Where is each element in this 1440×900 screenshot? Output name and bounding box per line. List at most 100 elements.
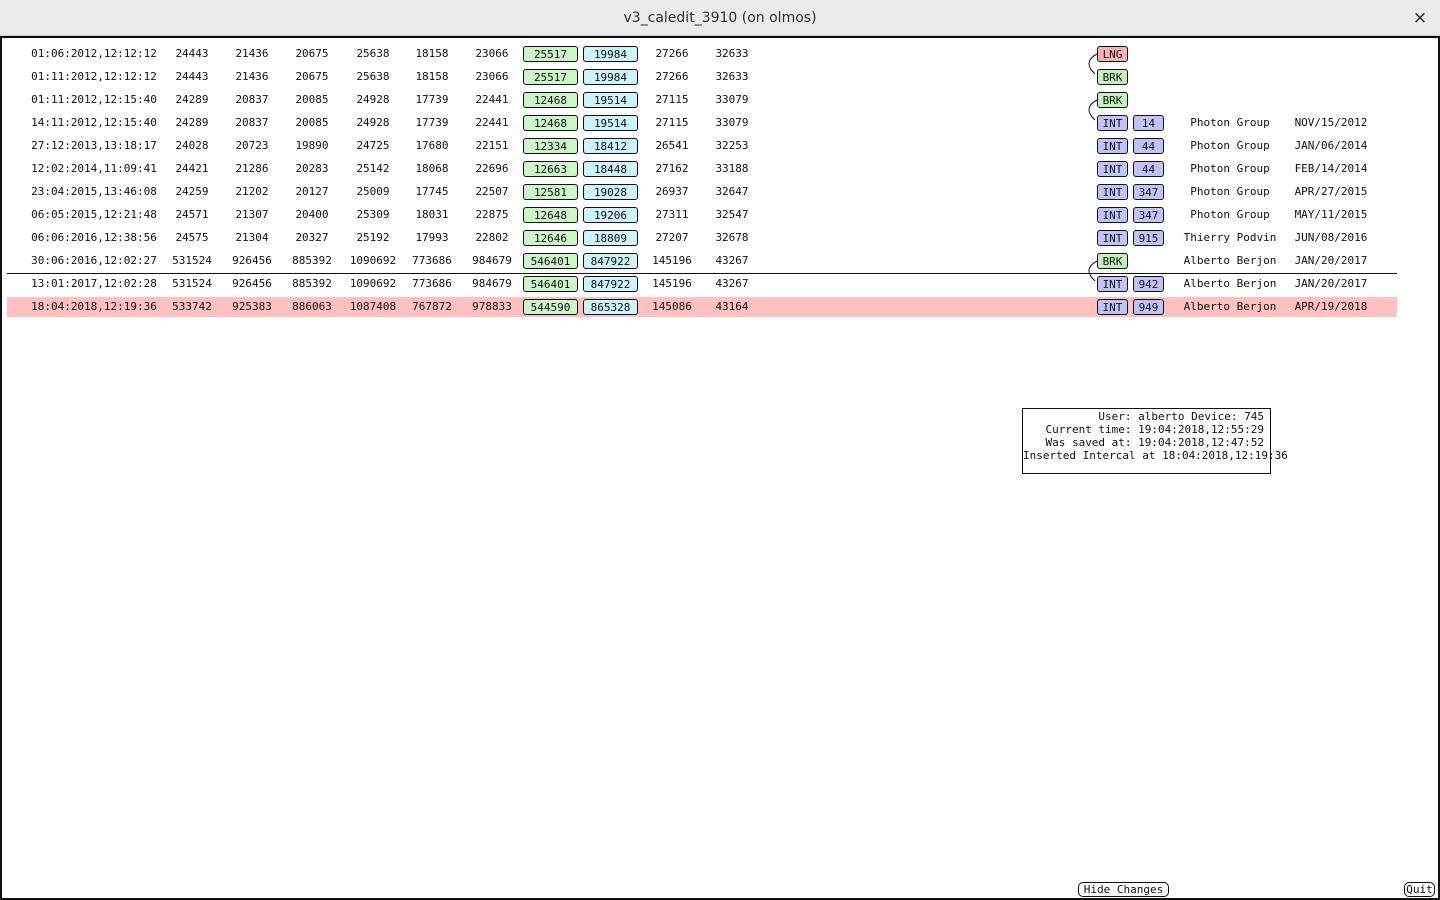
editable-value-cyan[interactable]: 19984 bbox=[583, 69, 638, 85]
event-tag-int[interactable]: INT bbox=[1097, 138, 1128, 154]
editable-value-green[interactable]: 544590 bbox=[523, 299, 578, 315]
table-row[interactable]: 06:05:2015,12:21:48 24571 21307 20400 25309 1… bbox=[7, 205, 1397, 225]
row-value-v3: 20400 bbox=[295, 208, 329, 221]
row-date: 01:06:2012,12:12:12 bbox=[31, 47, 157, 60]
row-value-v5: 767872 bbox=[412, 300, 452, 313]
row-value-v6: 22507 bbox=[475, 185, 509, 198]
table-row[interactable]: 13:01:2017,12:02:28 531524 926456 885392 109… bbox=[7, 274, 1397, 294]
row-value-v1: 531524 bbox=[172, 277, 212, 290]
table-row[interactable]: 01:11:2012,12:12:12 24443 21436 20675 25638 1… bbox=[7, 67, 1397, 87]
editable-value-cyan[interactable]: 19514 bbox=[583, 92, 638, 108]
row-value-v7: 27115 bbox=[655, 93, 689, 106]
event-tag-brk[interactable]: BRK bbox=[1097, 92, 1128, 108]
row-value-v4: 25638 bbox=[356, 70, 390, 83]
event-tag-int[interactable]: INT bbox=[1097, 299, 1128, 315]
event-tag-int[interactable]: INT bbox=[1097, 276, 1128, 292]
row-date: 01:11:2012,12:12:12 bbox=[31, 70, 157, 83]
editable-value-cyan[interactable]: 19984 bbox=[583, 46, 638, 62]
intercal-number[interactable]: 44 bbox=[1133, 138, 1164, 154]
row-report-date: JAN/20/2017 bbox=[1294, 254, 1368, 267]
close-icon[interactable]: × bbox=[1410, 0, 1430, 36]
calibration-table: 01:06:2012,12:12:12 24443 21436 20675 25638 1… bbox=[0, 36, 1440, 900]
row-value-v7: 27207 bbox=[655, 231, 689, 244]
row-value-v2: 925383 bbox=[232, 300, 272, 313]
row-value-v7: 145196 bbox=[652, 277, 692, 290]
editable-value-green[interactable]: 25517 bbox=[523, 46, 578, 62]
event-tag-lng[interactable]: LNG bbox=[1097, 46, 1128, 62]
editable-value-cyan[interactable]: 19028 bbox=[583, 184, 638, 200]
row-value-v6: 984679 bbox=[472, 254, 512, 267]
editable-value-cyan[interactable]: 18448 bbox=[583, 161, 638, 177]
intercal-number[interactable]: 915 bbox=[1133, 230, 1164, 246]
intercal-number[interactable]: 44 bbox=[1133, 161, 1164, 177]
row-report-date: MAY/11/2015 bbox=[1294, 208, 1368, 221]
editable-value-green[interactable]: 546401 bbox=[523, 276, 578, 292]
row-date: 06:05:2015,12:21:48 bbox=[31, 208, 157, 221]
editable-value-cyan[interactable]: 847922 bbox=[583, 253, 638, 269]
intercal-number[interactable]: 14 bbox=[1133, 115, 1164, 131]
table-row[interactable]: 30:06:2016,12:02:27 531524 926456 885392 109… bbox=[7, 251, 1397, 271]
row-report-date: NOV/15/2012 bbox=[1294, 116, 1368, 129]
editable-value-green[interactable]: 25517 bbox=[523, 69, 578, 85]
row-date: 27:12:2013,13:18:17 bbox=[31, 139, 157, 152]
intercal-number[interactable]: 942 bbox=[1133, 276, 1164, 292]
intercal-number[interactable]: 347 bbox=[1133, 184, 1164, 200]
row-date: 06:06:2016,12:38:56 bbox=[31, 231, 157, 244]
table-row[interactable]: 06:06:2016,12:38:56 24575 21304 20327 25192 1… bbox=[7, 228, 1397, 248]
row-value-v4: 1090692 bbox=[349, 277, 397, 290]
row-value-v1: 24443 bbox=[175, 47, 209, 60]
editable-value-cyan[interactable]: 18809 bbox=[583, 230, 638, 246]
window-titlebar: v3_caledit_3910 (on olmos) × bbox=[0, 0, 1440, 36]
row-value-v2: 21304 bbox=[235, 231, 269, 244]
event-tag-int[interactable]: INT bbox=[1097, 161, 1128, 177]
event-tag-brk[interactable]: BRK bbox=[1097, 253, 1128, 269]
editable-value-green[interactable]: 12648 bbox=[523, 207, 578, 223]
row-value-v5: 18158 bbox=[415, 70, 449, 83]
table-row[interactable]: 14:11:2012,12:15:40 24289 20837 20085 24928 1… bbox=[7, 113, 1397, 133]
table-row[interactable]: 23:04:2015,13:46:08 24259 21202 20127 25009 1… bbox=[7, 182, 1397, 202]
table-row[interactable]: 18:04:2018,12:19:36 533742 925383 886063 108… bbox=[7, 297, 1397, 317]
row-value-v5: 17739 bbox=[415, 93, 449, 106]
event-tag-int[interactable]: INT bbox=[1097, 207, 1128, 223]
row-value-v4: 25309 bbox=[356, 208, 390, 221]
editable-value-green[interactable]: 12581 bbox=[523, 184, 578, 200]
event-tag-int[interactable]: INT bbox=[1097, 230, 1128, 246]
row-value-v7: 145196 bbox=[652, 254, 692, 267]
row-group: Alberto Berjon bbox=[1183, 300, 1277, 313]
event-tag-int[interactable]: INT bbox=[1097, 115, 1128, 131]
row-value-v1: 24571 bbox=[175, 208, 209, 221]
row-value-v2: 926456 bbox=[232, 277, 272, 290]
editable-value-cyan[interactable]: 18412 bbox=[583, 138, 638, 154]
row-value-v4: 1087408 bbox=[349, 300, 397, 313]
editable-value-green[interactable]: 546401 bbox=[523, 253, 578, 269]
row-value-v3: 885392 bbox=[292, 254, 332, 267]
event-tag-brk[interactable]: BRK bbox=[1097, 69, 1128, 85]
row-value-v5: 17680 bbox=[415, 139, 449, 152]
editable-value-green[interactable]: 12468 bbox=[523, 92, 578, 108]
row-date: 12:02:2014,11:09:41 bbox=[31, 162, 157, 175]
table-row[interactable]: 01:06:2012,12:12:12 24443 21436 20675 25638 1… bbox=[7, 44, 1397, 64]
row-value-v8: 32678 bbox=[715, 231, 749, 244]
intercal-number[interactable]: 949 bbox=[1133, 299, 1164, 315]
editable-value-cyan[interactable]: 19206 bbox=[583, 207, 638, 223]
editable-value-cyan[interactable]: 847922 bbox=[583, 276, 638, 292]
row-value-v7: 27311 bbox=[655, 208, 689, 221]
table-row[interactable]: 12:02:2014,11:09:41 24421 21286 20283 25142 1… bbox=[7, 159, 1397, 179]
editable-value-cyan[interactable]: 865328 bbox=[583, 299, 638, 315]
row-report-date: APR/27/2015 bbox=[1294, 185, 1368, 198]
editable-value-green[interactable]: 12468 bbox=[523, 115, 578, 131]
row-value-v7: 26541 bbox=[655, 139, 689, 152]
table-row[interactable]: 27:12:2013,13:18:17 24028 20723 19890 24725 1… bbox=[7, 136, 1397, 156]
editable-value-green[interactable]: 12334 bbox=[523, 138, 578, 154]
hide-changes-button[interactable]: Hide Changes bbox=[1078, 882, 1169, 897]
row-value-v1: 24421 bbox=[175, 162, 209, 175]
row-value-v8: 33079 bbox=[715, 116, 749, 129]
editable-value-green[interactable]: 12646 bbox=[523, 230, 578, 246]
editable-value-cyan[interactable]: 19514 bbox=[583, 115, 638, 131]
row-value-v2: 20837 bbox=[235, 116, 269, 129]
quit-button[interactable]: Quit bbox=[1404, 882, 1435, 897]
editable-value-green[interactable]: 12663 bbox=[523, 161, 578, 177]
table-row[interactable]: 01:11:2012,12:15:40 24289 20837 20085 24928 1… bbox=[7, 90, 1397, 110]
intercal-number[interactable]: 347 bbox=[1133, 207, 1164, 223]
event-tag-int[interactable]: INT bbox=[1097, 184, 1128, 200]
